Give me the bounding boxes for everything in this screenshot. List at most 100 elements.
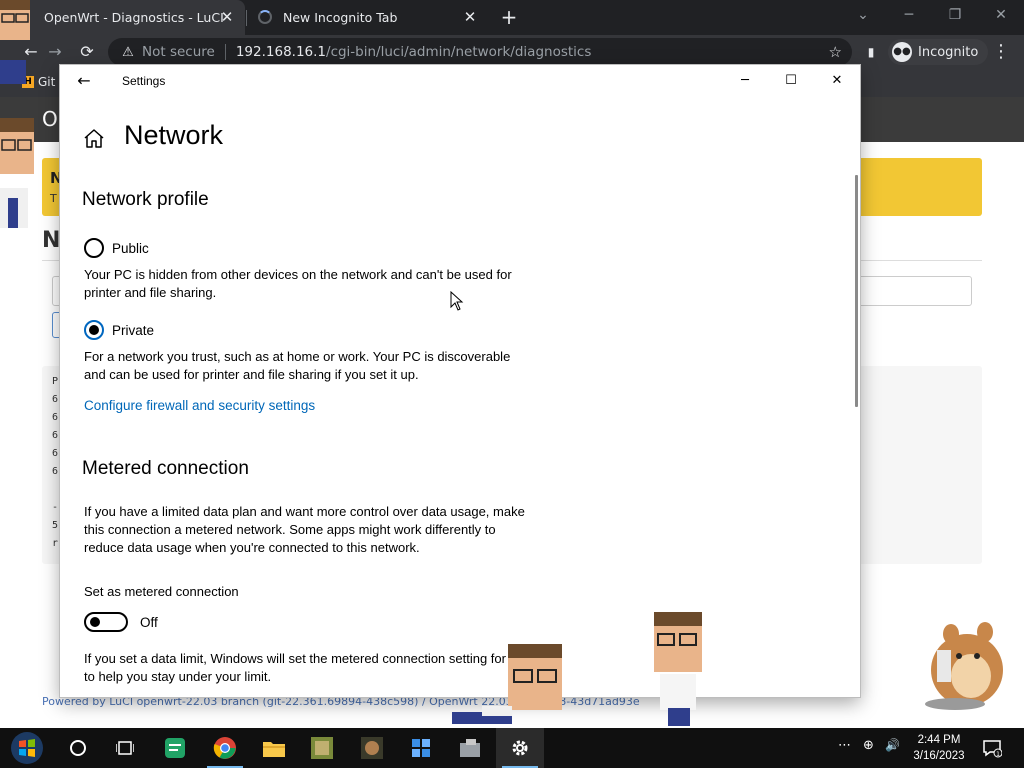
mouse-cursor-icon [450, 291, 464, 311]
game-thumbnail-icon [311, 737, 333, 759]
browser-close-button[interactable]: ✕ [978, 0, 1024, 32]
taskbar-app-blue[interactable] [397, 728, 445, 768]
tab-title: New Incognito Tab [283, 10, 398, 25]
system-clock[interactable]: 2:44 PM 3/16/2023 [908, 732, 970, 764]
radio-button-checked[interactable] [84, 320, 104, 340]
bookmark-label: Git [38, 75, 56, 89]
home-icon[interactable] [82, 127, 106, 151]
warning-icon[interactable]: ⚠ [118, 45, 138, 60]
browser-restore-button[interactable]: ❐ [932, 0, 978, 32]
metered-toggle-row: Off [84, 612, 158, 632]
cortana-button[interactable] [54, 728, 102, 768]
output-line: r [52, 538, 59, 549]
forward-arrow-icon[interactable]: → [44, 41, 66, 63]
settings-window: ← Settings ─ ☐ ✕ Network Network profile… [60, 65, 860, 697]
taskbar-game-2[interactable] [348, 728, 396, 768]
taskbar-settings[interactable] [496, 728, 544, 768]
toggle-state-label: Off [140, 614, 158, 630]
game-thumbnail-icon [361, 737, 383, 759]
metered-toggle-switch[interactable] [84, 612, 128, 632]
search-circle-icon [70, 740, 86, 756]
action-center-icon[interactable]: 1 [982, 738, 1002, 758]
loading-spinner-icon [258, 10, 272, 24]
clock-date: 3/16/2023 [913, 750, 965, 762]
metered-toggle-label: Set as metered connection [84, 584, 239, 599]
new-tab-button[interactable]: + [498, 6, 520, 28]
output-line: 6 [52, 412, 59, 423]
menu-kebab-icon[interactable]: ⋮ [990, 41, 1012, 63]
bookmark-star-icon[interactable]: ☆ [829, 43, 842, 61]
tab-search-icon[interactable]: ⌄ [840, 0, 886, 32]
reload-icon[interactable]: ⟳ [76, 41, 98, 63]
hamster-sticker-icon [925, 622, 1003, 710]
output-line: 6 [52, 466, 59, 477]
task-view-button[interactable] [101, 728, 149, 768]
security-label[interactable]: Not secure [142, 44, 215, 60]
taskbar-app-gray[interactable] [446, 728, 494, 768]
profile-label: Incognito [918, 44, 979, 60]
address-bar[interactable]: ⚠ Not secure 192.168.16.1 /cgi-bin/luci/… [108, 38, 852, 66]
radio-label-private: Private [112, 322, 155, 338]
cartoon-character-sticker-icon [0, 0, 30, 84]
close-button[interactable]: ✕ [814, 65, 860, 97]
cartoon-character-sticker-icon [654, 612, 702, 726]
tab-new-incognito[interactable]: New Incognito Tab ✕ [248, 0, 488, 35]
folder-icon [263, 742, 285, 757]
tray-overflow-icon[interactable]: ⋯ [838, 738, 851, 753]
configure-firewall-link[interactable]: Configure firewall and security settings [84, 398, 315, 413]
alert-text: T [50, 192, 57, 205]
settings-scrollbar[interactable] [855, 175, 858, 407]
maximize-button[interactable]: ☐ [768, 65, 814, 97]
public-description: Your PC is hidden from other devices on … [84, 267, 512, 300]
tab-close-icon[interactable]: ✕ [219, 9, 235, 25]
omnibox-divider [224, 44, 226, 60]
tab-title: OpenWrt - Diagnostics - LuCI [44, 10, 224, 25]
task-view-icon [116, 741, 134, 755]
output-line: - [52, 502, 59, 513]
tab-luci-diagnostics[interactable]: OpenWrt - Diagnostics - LuCI ✕ [0, 0, 245, 35]
output-line: 6 [52, 448, 59, 459]
network-icon[interactable]: ⊕ [863, 738, 874, 753]
output-line: P [52, 376, 59, 387]
taskbar-file-explorer[interactable] [250, 728, 298, 768]
tab-close-icon[interactable]: ✕ [462, 9, 478, 25]
windows-taskbar: ⋯ ⊕ 🔊 2:44 PM 3/16/2023 1 [0, 728, 1024, 768]
back-arrow-icon[interactable]: ← [74, 71, 94, 91]
gear-icon [512, 740, 528, 756]
cartoon-character-sticker-icon [0, 118, 34, 228]
windows-logo-icon [11, 732, 43, 764]
radio-public[interactable]: Public [84, 238, 149, 258]
radio-private[interactable]: Private [84, 320, 154, 340]
output-line: 5 [52, 520, 59, 531]
clock-time: 2:44 PM [917, 734, 961, 746]
side-panel-icon[interactable]: ▮ [860, 41, 882, 63]
green-app-icon [165, 738, 185, 758]
output-line: 6 [52, 394, 59, 405]
output-line: 6 [52, 430, 59, 441]
gray-app-icon [460, 739, 480, 757]
notification-count: 1 [996, 751, 1000, 758]
network-profile-heading: Network profile [82, 189, 209, 210]
minimize-button[interactable]: ─ [722, 65, 768, 97]
settings-titlebar[interactable]: ← Settings ─ ☐ ✕ [60, 65, 860, 97]
browser-minimize-button[interactable]: ─ [886, 0, 932, 32]
url-path: /cgi-bin/luci/admin/network/diagnostics [326, 44, 592, 60]
url-host: 192.168.16.1 [235, 44, 327, 60]
metered-connection-heading: Metered connection [82, 458, 249, 479]
volume-icon[interactable]: 🔊 [885, 738, 900, 752]
browser-toolbar: ← → ⟳ ⚠ Not secure 192.168.16.1 /cgi-bin… [0, 35, 1024, 69]
cartoon-character-sticker-icon [452, 644, 562, 724]
radio-label-public: Public [112, 240, 149, 256]
incognito-profile-button[interactable]: ●● Incognito [888, 39, 989, 65]
start-button[interactable] [3, 728, 51, 768]
taskbar-app-green[interactable] [151, 728, 199, 768]
page-title: Network [124, 120, 224, 150]
browser-tab-strip: OpenWrt - Diagnostics - LuCI ✕ New Incog… [0, 0, 1024, 35]
tab-separator [246, 10, 247, 26]
taskbar-game-1[interactable] [298, 728, 346, 768]
private-description: For a network you trust, such as at home… [84, 349, 511, 382]
taskbar-chrome[interactable] [201, 728, 249, 768]
radio-button-unchecked[interactable] [84, 238, 104, 258]
blue-cubes-icon [412, 739, 430, 757]
luci-page-heading: N [42, 228, 61, 253]
